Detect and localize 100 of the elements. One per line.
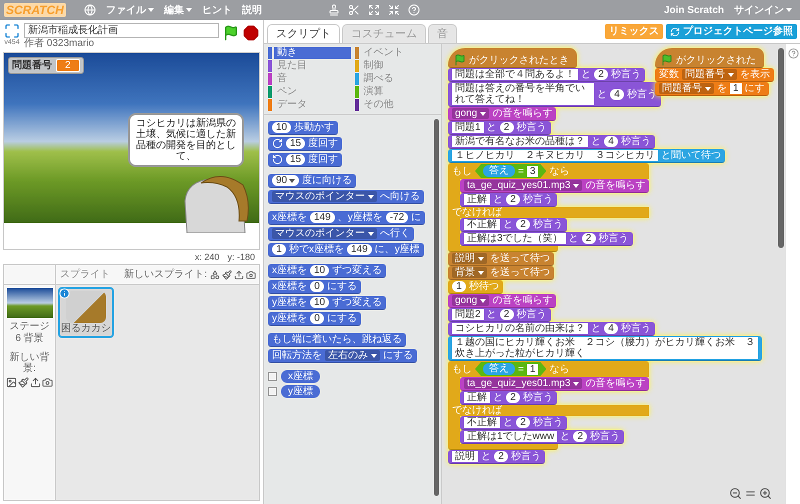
scrollbar[interactable] <box>434 119 439 496</box>
code-block[interactable]: 回転方法を 左右のみ にする <box>268 349 417 363</box>
number-input[interactable]: -72 <box>386 212 408 223</box>
code-block[interactable]: 10 歩動かす <box>268 121 338 135</box>
code-block[interactable]: 新潟で有名なお米の品種は？ と 4 秒言う <box>448 135 655 149</box>
code-block[interactable]: 変数 問題番号 を表示 <box>655 68 774 82</box>
text-input[interactable]: 正解は1でしたwww <box>464 431 558 442</box>
code-block[interactable]: 15 度回す <box>268 153 342 167</box>
code-block[interactable]: y座標を 10 ずつ変える <box>268 296 386 310</box>
camera-icon[interactable] <box>246 270 256 280</box>
upload-icon[interactable] <box>234 270 244 280</box>
text-input[interactable]: 3 <box>526 166 538 176</box>
code-block[interactable]: ta_ge_quiz_yes01.mp3 の音を鳴らす <box>460 377 650 391</box>
checkbox[interactable] <box>268 372 277 381</box>
code-block[interactable]: 問題番号 を 1 にす <box>655 82 769 96</box>
number-input[interactable]: 2 <box>500 309 514 320</box>
sprite-tile[interactable]: 困るカカシ <box>58 287 114 338</box>
text-input[interactable]: 不正解 <box>464 417 500 428</box>
code-block[interactable]: 不正解 と 2 秒言う <box>460 218 567 232</box>
code-block[interactable]: x座標を 10 ずつ変える <box>268 264 386 278</box>
number-input[interactable]: 2 <box>516 417 530 428</box>
upload-icon[interactable] <box>30 377 41 388</box>
number-input[interactable]: 2 <box>573 431 588 442</box>
number-input[interactable]: 15 <box>286 138 306 149</box>
code-block[interactable]: 正解は3でした（笑） と 2 秒言う <box>460 232 633 246</box>
dropdown-menu[interactable]: マウスのポインター <box>272 191 377 202</box>
text-input[interactable]: 問題は答えの番号を半角でいれて答えてね！ <box>452 83 594 105</box>
dropdown-menu[interactable]: 左右のみ <box>325 350 380 361</box>
text-input[interactable]: 正解は3でした（笑） <box>464 233 566 244</box>
image-icon[interactable] <box>6 377 17 388</box>
dropdown-menu[interactable]: gong <box>452 295 490 306</box>
operator-block[interactable]: 答え = 1 <box>475 362 546 376</box>
brush-icon[interactable] <box>222 270 232 280</box>
globe-icon[interactable] <box>84 4 96 16</box>
text-input[interactable]: １ヒノヒカリ ２キヌヒカリ ３コシヒカリ <box>452 150 658 161</box>
number-input[interactable]: 10 <box>272 122 292 133</box>
number-input[interactable]: 2 <box>582 233 596 244</box>
number-input[interactable]: 4 <box>604 136 618 147</box>
text-input[interactable]: 1 <box>730 83 742 94</box>
number-input[interactable]: 1 <box>272 244 286 255</box>
code-block[interactable]: ta_ge_quiz_yes01.mp3 の音を鳴らす <box>460 179 650 193</box>
dropdown-menu[interactable]: gong <box>452 108 490 119</box>
code-block[interactable]: gong の音を鳴らす <box>448 294 556 308</box>
code-block[interactable]: 1 秒待つ <box>448 280 503 294</box>
camera-icon[interactable] <box>42 377 53 388</box>
reporter-block[interactable]: x座標 <box>281 370 320 383</box>
text-input[interactable]: 問題は全部で４問あるよ！ <box>452 69 578 80</box>
code-block[interactable]: 15 度回す <box>268 137 342 151</box>
number-input[interactable]: 2 <box>594 69 608 80</box>
text-input[interactable]: 新潟で有名なお米の品種は？ <box>452 136 588 147</box>
shapes-icon[interactable] <box>210 270 220 280</box>
code-block[interactable]: 正解 と 2 秒言う <box>460 391 557 405</box>
dropdown-menu[interactable]: マウスのポインター <box>272 228 377 239</box>
dropdown-menu[interactable]: 説明 <box>452 253 487 264</box>
number-input[interactable]: 2 <box>516 219 530 230</box>
if-block[interactable]: もし 答え = 3 なら <box>448 163 650 179</box>
number-input[interactable]: 0 <box>310 281 324 292</box>
dropdown-menu[interactable]: ta_ge_quiz_yes01.mp3 <box>464 180 582 191</box>
code-block[interactable]: 正解 と 2 秒言う <box>460 193 557 207</box>
flag-icon[interactable] <box>223 25 239 41</box>
text-input[interactable]: 1 <box>526 364 538 374</box>
operator-block[interactable]: 答え = 3 <box>475 164 546 178</box>
expand-icon[interactable] <box>368 4 380 16</box>
checkbox[interactable] <box>268 387 277 396</box>
code-block[interactable]: 問題は答えの番号を半角でいれて答えてね！ と 4 秒言う <box>448 82 661 107</box>
code-block[interactable]: 問題は全部で４問あるよ！ と 2 秒言う <box>448 68 645 82</box>
code-block[interactable]: 正解は1でしたwww と 2 秒言う <box>460 430 624 444</box>
scissors-icon[interactable] <box>348 4 360 16</box>
code-block[interactable]: 説明 と 2 秒言う <box>448 450 545 464</box>
number-input[interactable]: 10 <box>310 297 330 308</box>
number-input[interactable]: 4 <box>604 323 618 334</box>
code-block[interactable]: x座標を 149 、y座標を -72 に <box>268 211 426 225</box>
text-input[interactable]: 問題2 <box>452 309 484 320</box>
code-block[interactable]: マウスのポインター へ向ける <box>268 190 424 204</box>
stamp-icon[interactable] <box>328 4 340 16</box>
stage-thumbnail[interactable] <box>6 288 52 318</box>
help-icon[interactable] <box>788 48 798 59</box>
code-block[interactable]: １ヒノヒカリ ２キヌヒカリ ３コシヒカリ と聞いて待つ <box>448 149 725 163</box>
dropdown-menu[interactable]: 問題番号 <box>682 69 737 80</box>
brush-icon[interactable] <box>18 377 29 388</box>
zoom-out-icon[interactable] <box>729 487 742 500</box>
code-block[interactable]: コシヒカリの名前の由来は？ と 4 秒言う <box>448 322 655 336</box>
number-input[interactable]: 15 <box>286 154 306 165</box>
zoom-in-icon[interactable] <box>759 487 772 500</box>
fullscreen-icon[interactable] <box>4 23 20 39</box>
number-input[interactable]: 2 <box>500 122 514 133</box>
reporter-block[interactable]: y座標 <box>281 385 320 398</box>
text-input[interactable]: コシヒカリの名前の由来は？ <box>452 323 588 334</box>
project-title-field[interactable]: 新潟市稲成長化計画 <box>24 23 219 38</box>
number-input[interactable]: 2 <box>506 194 520 205</box>
code-block[interactable]: x座標を 0 にする <box>268 280 361 294</box>
text-input[interactable]: 正解 <box>464 392 490 403</box>
text-input[interactable]: 正解 <box>464 194 490 205</box>
code-block[interactable]: マウスのポインター へ行く <box>268 227 414 241</box>
text-input[interactable]: 問題1 <box>452 122 484 133</box>
text-input[interactable]: 説明 <box>452 451 478 462</box>
number-input[interactable]: 2 <box>494 451 508 462</box>
scrollbar[interactable] <box>778 48 784 248</box>
code-block[interactable]: 背景 を送って待つ <box>448 266 554 280</box>
tab[interactable]: スクリプト <box>267 24 340 43</box>
